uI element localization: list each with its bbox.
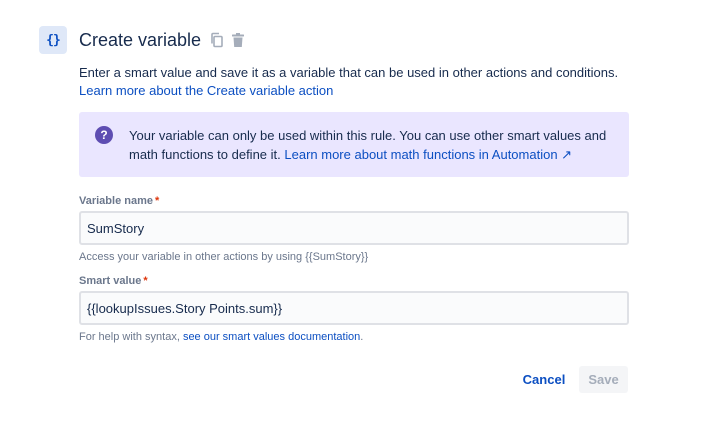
variable-name-input[interactable]: SumStory [79, 211, 629, 245]
trash-icon[interactable] [230, 32, 246, 48]
description: Enter a smart value and save it as a var… [79, 64, 639, 100]
variable-name-help: Access your variable in other actions by… [79, 251, 369, 263]
smart-value-help: For help with syntax, see our smart valu… [79, 331, 363, 343]
cancel-button[interactable]: Cancel [515, 366, 573, 393]
page-title: Create variable [79, 29, 202, 50]
info-text: Your variable can only be used within th… [129, 126, 613, 177]
learn-more-link[interactable]: Learn more about the Create variable act… [79, 83, 333, 98]
panel-header: {} Create variable [39, 26, 246, 54]
smart-value-label: Smart value * [79, 275, 148, 287]
math-functions-link[interactable]: Learn more about math functions in Autom… [284, 147, 572, 162]
required-marker: * [155, 195, 160, 207]
copy-icon[interactable] [209, 32, 225, 48]
smart-value-label-text: Smart value [79, 275, 142, 287]
smart-value-help-suffix: . [360, 331, 364, 343]
description-text: Enter a smart value and save it as a var… [79, 65, 619, 80]
variable-name-label: Variable name * [79, 195, 159, 207]
variable-name-label-text: Variable name [79, 195, 153, 207]
info-panel: ? Your variable can only be used within … [79, 112, 629, 177]
smart-value-help-text: For help with syntax, [79, 331, 180, 343]
required-marker: * [143, 275, 148, 287]
variable-icon: {} [39, 26, 67, 54]
smart-value-input[interactable]: {{lookupIssues.Story Points.sum}} [79, 291, 629, 325]
save-button[interactable]: Save [579, 366, 628, 393]
smart-values-docs-link[interactable]: see our smart values documentation [183, 331, 360, 343]
question-icon: ? [95, 126, 113, 144]
